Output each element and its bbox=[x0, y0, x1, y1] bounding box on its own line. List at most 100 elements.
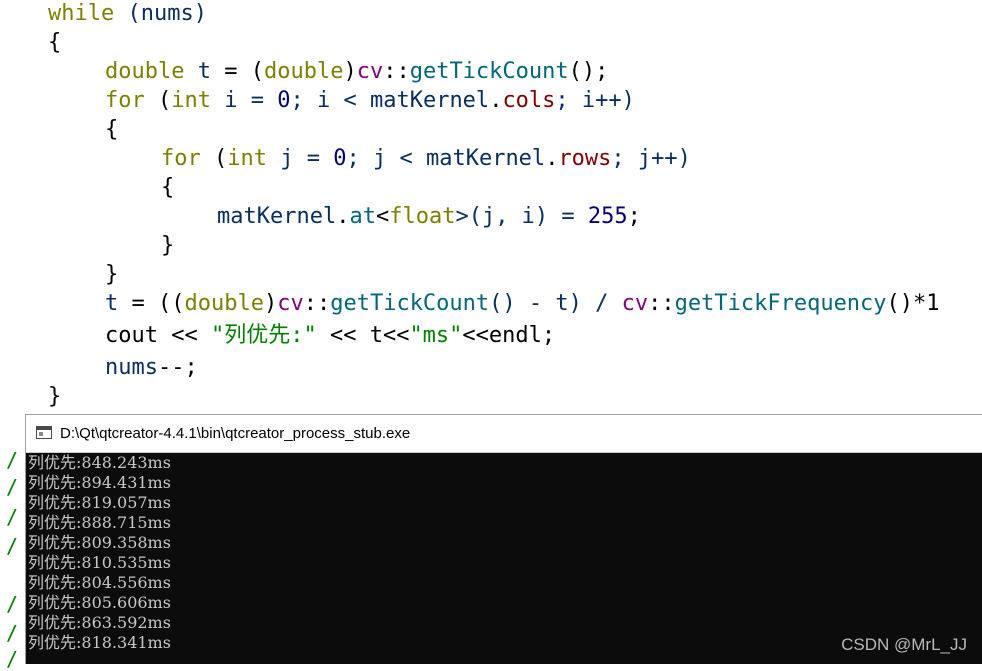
namespace: cv bbox=[277, 291, 304, 316]
keyword: int bbox=[171, 88, 211, 113]
namespace: cv bbox=[621, 291, 649, 316]
variable: matKernel bbox=[369, 88, 490, 113]
console-line: 列优先:848.243ms bbox=[28, 453, 171, 472]
console-window[interactable]: D:\Qt\qtcreator-4.4.1\bin\qtcreator_proc… bbox=[25, 414, 982, 664]
function-name: getTickCount bbox=[330, 291, 490, 316]
console-line: 列优先:810.535ms bbox=[28, 553, 171, 572]
number: 255 bbox=[587, 204, 628, 229]
variable: nums bbox=[105, 355, 158, 380]
string-literal: "列优先:" bbox=[210, 323, 317, 348]
code-text: ; j++) bbox=[611, 146, 691, 171]
code-line-close-brace-1: } bbox=[105, 261, 118, 289]
comment-mark: / bbox=[6, 621, 19, 645]
string-literal: "ms" bbox=[409, 323, 463, 348]
brace: } bbox=[161, 233, 175, 258]
function-name: getTickCount bbox=[409, 59, 569, 84]
comment-mark: / bbox=[6, 448, 19, 472]
code-text: ; i < bbox=[290, 88, 370, 113]
operator: :: bbox=[383, 59, 410, 84]
code-text: << t<< bbox=[316, 323, 410, 348]
code-line-while: while (nums) bbox=[48, 0, 207, 28]
code-line-t-assign: t = ((double)cv::getTickCount() - t) / c… bbox=[105, 290, 940, 318]
code-text: ; j < bbox=[346, 146, 426, 171]
console-line: 列优先:804.556ms bbox=[28, 573, 171, 592]
code-text: (nums) bbox=[114, 1, 207, 26]
code-line-open-brace-2: { bbox=[161, 174, 174, 202]
console-line: 列优先:888.715ms bbox=[28, 513, 171, 532]
code-line-double-t: double t = (double)cv::getTickCount(); bbox=[105, 58, 608, 86]
code-line-nums-dec: nums--; bbox=[105, 354, 198, 382]
keyword: int bbox=[227, 146, 267, 171]
console-line: 列优先:809.358ms bbox=[28, 533, 171, 552]
code-line-for-i: for (int i = 0; i < matKernel.cols; i++) bbox=[105, 87, 635, 115]
function-name: getTickFrequency bbox=[674, 291, 887, 316]
comment-mark: / bbox=[6, 505, 19, 529]
code-line-close-brace-2: } bbox=[161, 232, 174, 260]
operator: ( bbox=[200, 146, 228, 171]
code-text: <<endl; bbox=[462, 323, 556, 348]
operator: = (( bbox=[118, 291, 185, 316]
operator: = ( bbox=[210, 59, 264, 84]
code-text: j = bbox=[267, 146, 334, 171]
comment-mark: / bbox=[6, 534, 19, 558]
number: 0 bbox=[333, 146, 347, 171]
brace: { bbox=[48, 30, 62, 55]
code-line-open-brace-1: { bbox=[105, 116, 118, 144]
code-text: cout << bbox=[105, 323, 211, 348]
operator: :: bbox=[303, 291, 331, 316]
namespace: cv bbox=[356, 59, 384, 84]
keyword: double bbox=[105, 59, 185, 84]
code-text: ; i++) bbox=[555, 88, 635, 113]
operator: . bbox=[489, 88, 503, 113]
comment-mark: / bbox=[6, 647, 19, 671]
code-line-assign-255: matKernel.at<float>(j, i) = 255; bbox=[217, 203, 641, 231]
comment-mark: / bbox=[6, 475, 19, 499]
keyword: float bbox=[389, 204, 456, 229]
console-line: 列优先:863.592ms bbox=[28, 613, 171, 632]
keyword: double bbox=[263, 59, 344, 84]
number: 0 bbox=[277, 88, 291, 113]
keyword: for bbox=[161, 146, 201, 171]
code-text: >(j, i) = bbox=[455, 204, 588, 229]
code-line-open-brace-outer: { bbox=[48, 29, 61, 57]
operator: --; bbox=[157, 355, 198, 380]
variable: t bbox=[105, 291, 119, 316]
keyword: while bbox=[48, 1, 115, 26]
variable: matKernel bbox=[217, 204, 337, 229]
operator: :: bbox=[648, 291, 675, 316]
console-line: 列优先:894.431ms bbox=[28, 473, 171, 492]
operator: . bbox=[336, 204, 350, 229]
operator: ()*1 bbox=[886, 291, 940, 316]
code-line-cout: cout << "列优先:" << t<<"ms"<<endl; bbox=[105, 322, 555, 350]
console-title: D:\Qt\qtcreator-4.4.1\bin\qtcreator_proc… bbox=[60, 425, 411, 442]
brace: } bbox=[105, 262, 119, 287]
brace: { bbox=[105, 117, 119, 142]
console-line: 列优先:818.341ms bbox=[28, 633, 171, 652]
operator: ) bbox=[343, 59, 357, 84]
operator: (); bbox=[568, 59, 609, 84]
operator: ; bbox=[627, 204, 641, 229]
variable: t bbox=[197, 59, 211, 84]
keyword: double bbox=[184, 291, 264, 316]
operator: ) bbox=[263, 291, 278, 316]
console-output[interactable]: 列优先:848.243ms 列优先:894.431ms 列优先:819.057m… bbox=[28, 453, 968, 663]
member: rows bbox=[558, 146, 612, 171]
console-window-icon[interactable] bbox=[36, 426, 52, 439]
operator: ( bbox=[144, 88, 172, 113]
comment-mark: / bbox=[6, 592, 19, 616]
member: cols bbox=[502, 88, 556, 113]
code-line-close-brace-outer: } bbox=[48, 383, 61, 411]
console-titlebar[interactable]: D:\Qt\qtcreator-4.4.1\bin\qtcreator_proc… bbox=[26, 415, 982, 453]
brace: { bbox=[161, 175, 175, 200]
operator: . bbox=[545, 146, 559, 171]
watermark: CSDN @MrL_JJ bbox=[841, 635, 967, 654]
brace: } bbox=[48, 384, 62, 409]
variable: matKernel bbox=[425, 146, 546, 171]
code-line-for-j: for (int j = 0; j < matKernel.rows; j++) bbox=[161, 145, 691, 173]
console-line: 列优先:819.057ms bbox=[28, 493, 171, 512]
keyword: for bbox=[105, 88, 145, 113]
function-name: at bbox=[349, 204, 376, 229]
code-text: () - t) / bbox=[489, 291, 622, 316]
code-text: i = bbox=[211, 88, 278, 113]
operator: < bbox=[375, 204, 390, 229]
